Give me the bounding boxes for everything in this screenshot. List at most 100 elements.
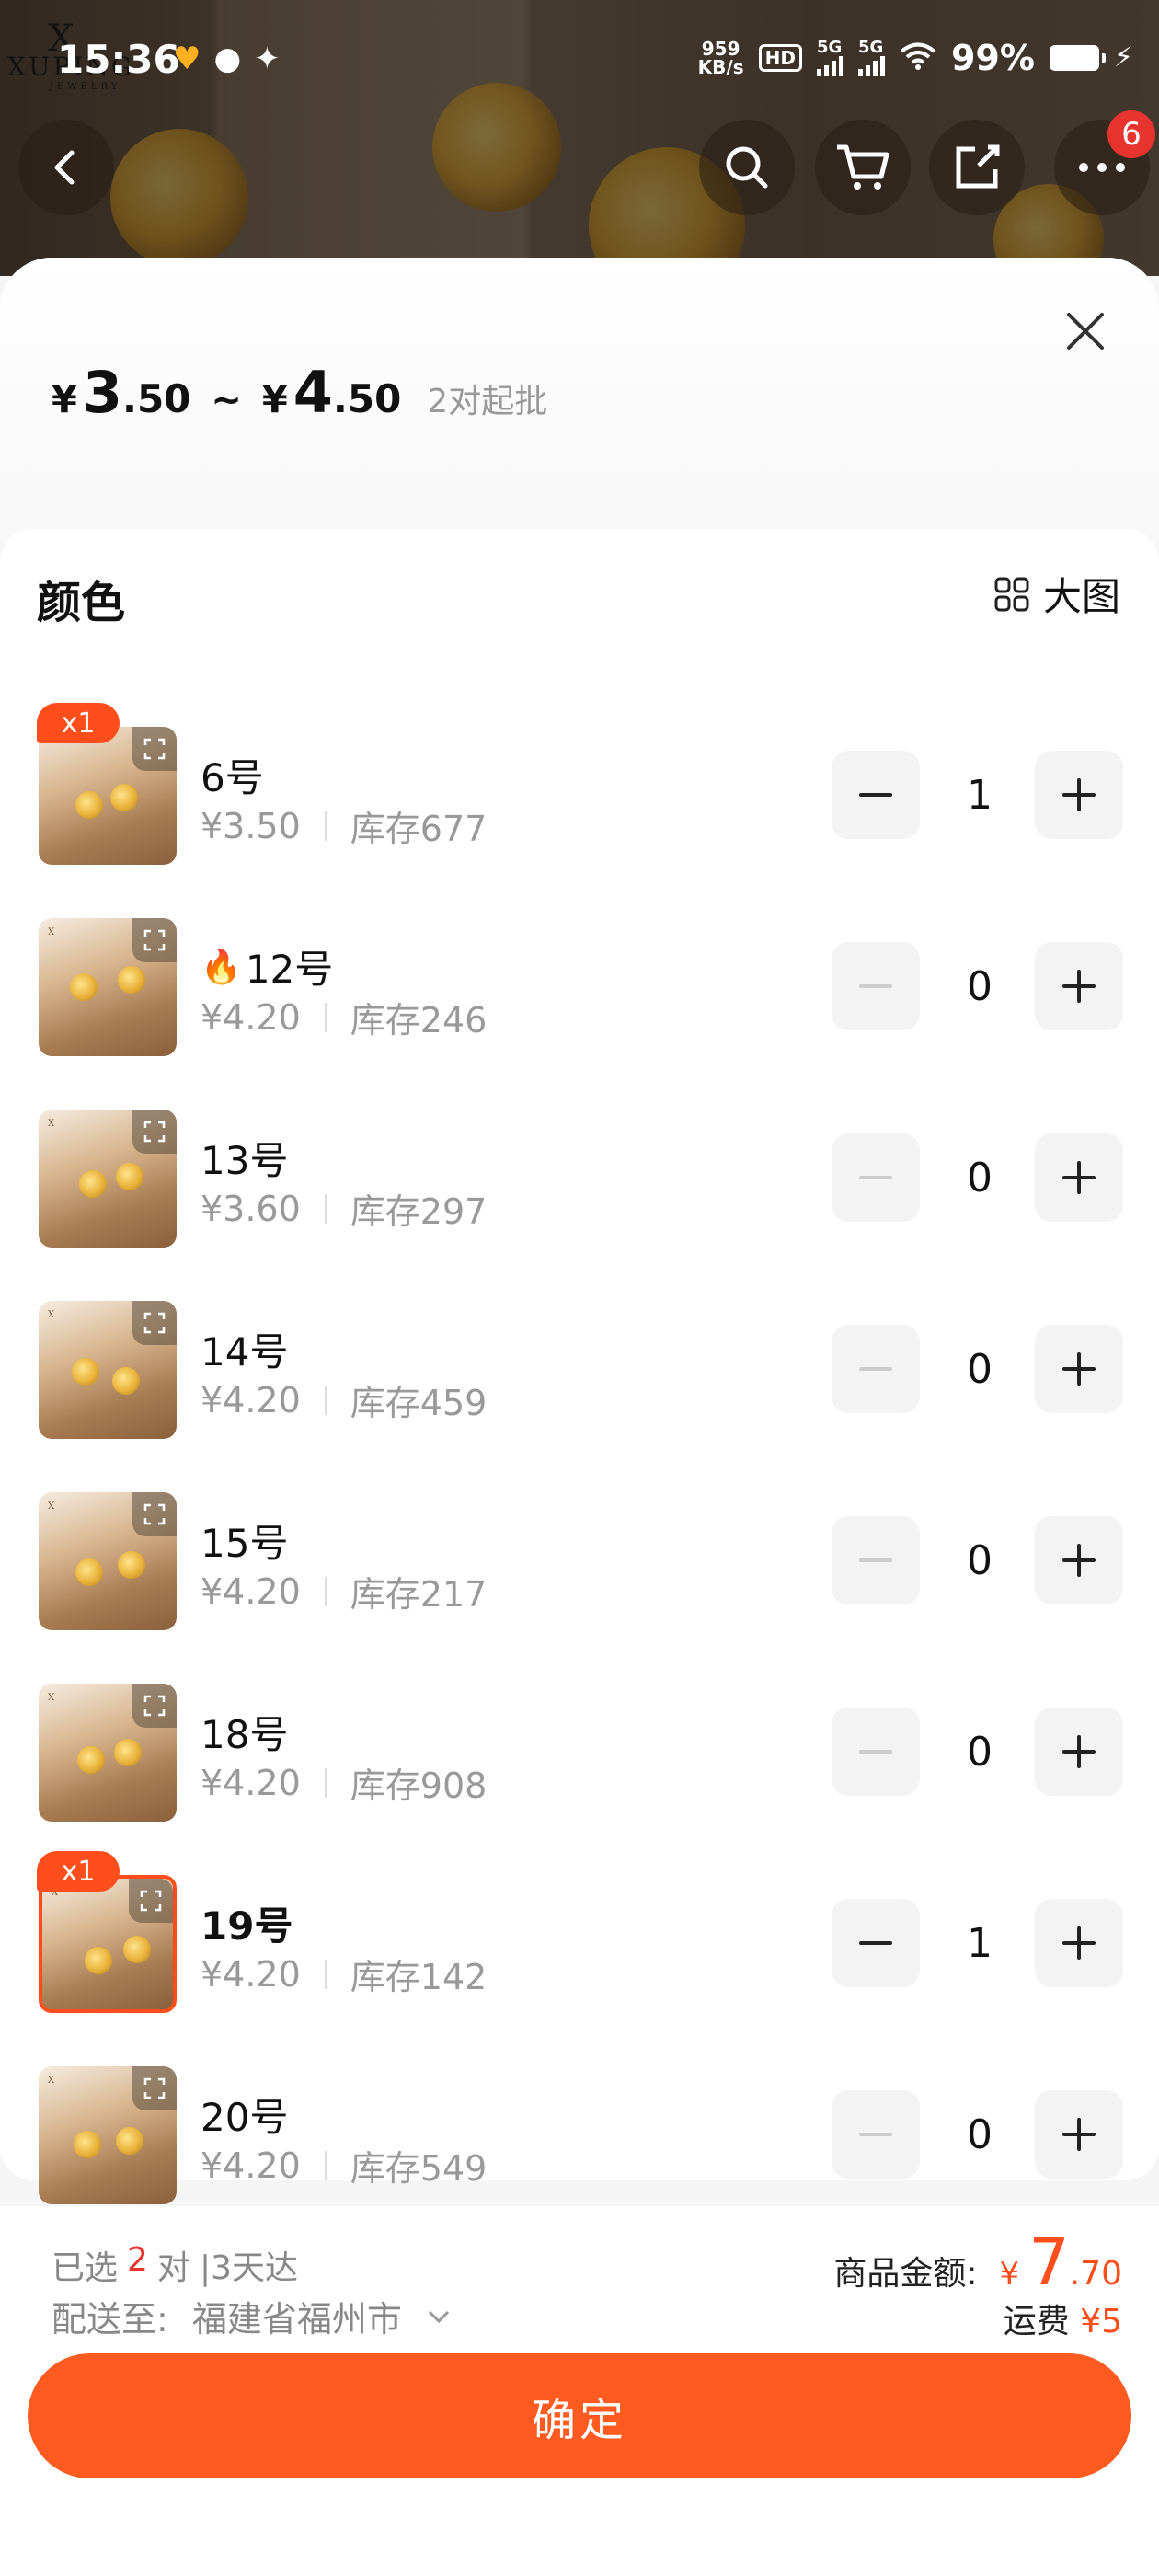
decrease-qty-button[interactable] xyxy=(832,1516,920,1604)
quantity-value[interactable]: 1 xyxy=(929,751,1030,839)
variant-thumbnail[interactable]: X xyxy=(39,1301,177,1439)
variant-qty-tag: x1 xyxy=(37,1851,120,1892)
decrease-qty-button[interactable] xyxy=(832,1708,920,1796)
freight-label: 运费 xyxy=(1003,2303,1070,2340)
charging-icon: ⚡ xyxy=(1113,41,1133,74)
variant-name-text: 19号 xyxy=(201,1903,293,1949)
minimum-order-quantity: 2对起批 xyxy=(427,383,548,420)
thumbnail-logo-icon: X xyxy=(48,1310,55,1320)
big-view-toggle[interactable]: 大图 xyxy=(993,566,1120,622)
variant-name-text: 14号 xyxy=(201,1329,289,1374)
earring-stud xyxy=(112,1367,140,1395)
variant-thumbnail[interactable]: X xyxy=(39,1492,177,1630)
expand-image-icon[interactable] xyxy=(132,2066,177,2110)
decrease-qty-button[interactable] xyxy=(832,1899,920,1987)
variant-price: ¥4.20 xyxy=(201,1762,301,1803)
ship-to-value: 福建省福州市 xyxy=(191,2299,402,2340)
ship-to-selector[interactable]: 配送至: 福建省福州市 xyxy=(52,2291,452,2341)
divider xyxy=(324,1193,327,1224)
increase-qty-button[interactable] xyxy=(1035,2090,1123,2179)
variant-thumbnail[interactable]: X xyxy=(39,727,177,865)
expand-image-icon[interactable] xyxy=(132,1684,177,1728)
expand-image-icon[interactable] xyxy=(132,1492,177,1536)
variant-stock: 库存459 xyxy=(350,1383,488,1423)
divider xyxy=(324,811,327,841)
variant-thumbnail[interactable]: X xyxy=(39,1684,177,1822)
variant-meta: ¥4.20 库存549 xyxy=(201,2140,487,2191)
price-range: ¥ 3 .50 ~ ¥ 4 .50 2对起批 xyxy=(52,359,547,426)
back-button[interactable] xyxy=(18,120,114,215)
increase-qty-button[interactable] xyxy=(1035,751,1123,839)
increase-qty-button[interactable] xyxy=(1035,1899,1123,1987)
variant-name-text: 18号 xyxy=(201,1712,289,1757)
quantity-value[interactable]: 0 xyxy=(929,1516,1030,1604)
signal-type: 5G xyxy=(857,37,884,57)
ship-to-label: 配送至: xyxy=(52,2299,168,2340)
divider xyxy=(324,2150,327,2180)
quantity-value[interactable]: 0 xyxy=(929,2090,1030,2179)
expand-image-icon[interactable] xyxy=(132,727,177,771)
share-button[interactable] xyxy=(929,120,1025,215)
divider xyxy=(324,1767,327,1798)
quantity-value[interactable]: 0 xyxy=(929,942,1030,1030)
earring-stud xyxy=(72,1358,99,1386)
quantity-value[interactable]: 0 xyxy=(929,1325,1030,1413)
decrease-qty-button[interactable] xyxy=(832,1133,920,1222)
search-button[interactable] xyxy=(699,120,795,215)
variant-row: x1 X 19号 ¥4.20 库存142 1 xyxy=(0,1851,1159,2013)
variant-name-text: 15号 xyxy=(201,1521,289,1566)
person-app-icon: ✦ xyxy=(254,40,281,77)
battery-percent: 99% xyxy=(950,37,1035,78)
minus-icon xyxy=(859,1941,892,1945)
variant-row: X 18号 ¥4.20 库存908 0 xyxy=(0,1684,1159,1822)
more-button[interactable]: 6 xyxy=(1054,110,1155,215)
cart-icon xyxy=(837,144,889,190)
increase-qty-button[interactable] xyxy=(1035,942,1123,1030)
quantity-value[interactable]: 0 xyxy=(929,1133,1030,1222)
increase-qty-button[interactable] xyxy=(1035,1325,1123,1413)
expand-image-icon[interactable] xyxy=(129,1879,173,1923)
decrease-qty-button[interactable] xyxy=(832,1325,920,1413)
status-time: 15:36 xyxy=(57,37,180,82)
variant-price: ¥4.20 xyxy=(201,996,301,1038)
selected-count: 2 xyxy=(127,2241,148,2279)
expand-image-icon[interactable] xyxy=(132,1110,177,1154)
earring-stud xyxy=(116,1163,143,1190)
cart-button[interactable] xyxy=(815,120,911,215)
variant-stock: 库存246 xyxy=(350,1000,488,1041)
confirm-button[interactable]: 确定 xyxy=(28,2353,1131,2478)
cart-count-badge: 6 xyxy=(1107,110,1155,158)
expand-image-icon[interactable] xyxy=(132,918,177,962)
thumbnail-logo-icon: X xyxy=(48,1693,55,1703)
quantity-value[interactable]: 1 xyxy=(929,1899,1030,1987)
variant-name: 15号 xyxy=(201,1512,288,1569)
variant-stock: 库存297 xyxy=(350,1191,488,1232)
variant-thumbnail[interactable]: X xyxy=(39,918,177,1056)
chevron-down-icon xyxy=(428,2310,449,2323)
variant-price: ¥4.20 xyxy=(201,1379,301,1420)
increase-qty-button[interactable] xyxy=(1035,1516,1123,1604)
variant-thumbnail[interactable]: X xyxy=(39,1110,177,1248)
quantity-value[interactable]: 0 xyxy=(929,1708,1030,1796)
price-min-int: 3 xyxy=(82,359,122,426)
decrease-qty-button[interactable] xyxy=(832,751,920,839)
total-label: 商品金额: xyxy=(833,2255,978,2293)
selected-unit: 对 xyxy=(156,2249,190,2287)
expand-image-icon[interactable] xyxy=(132,1301,177,1345)
decrease-qty-button[interactable] xyxy=(832,942,920,1030)
plus-icon xyxy=(1062,1544,1096,1577)
total-currency: ¥ xyxy=(999,2256,1020,2293)
earring-stud xyxy=(116,2127,143,2155)
variant-stock: 库存142 xyxy=(350,1957,488,1997)
hd-icon: HD xyxy=(758,43,802,72)
variant-thumbnail[interactable]: X xyxy=(39,2066,177,2204)
increase-qty-button[interactable] xyxy=(1035,1708,1123,1796)
variant-thumbnail[interactable]: X xyxy=(39,1875,177,2013)
earring-stud xyxy=(75,1558,103,1586)
earring-stud xyxy=(79,1170,107,1198)
close-button[interactable] xyxy=(1058,304,1113,359)
price-currency: ¥ xyxy=(52,379,77,421)
notification-icons: ♥ ● ✦ xyxy=(173,40,281,77)
decrease-qty-button[interactable] xyxy=(832,2090,920,2179)
increase-qty-button[interactable] xyxy=(1035,1133,1123,1222)
